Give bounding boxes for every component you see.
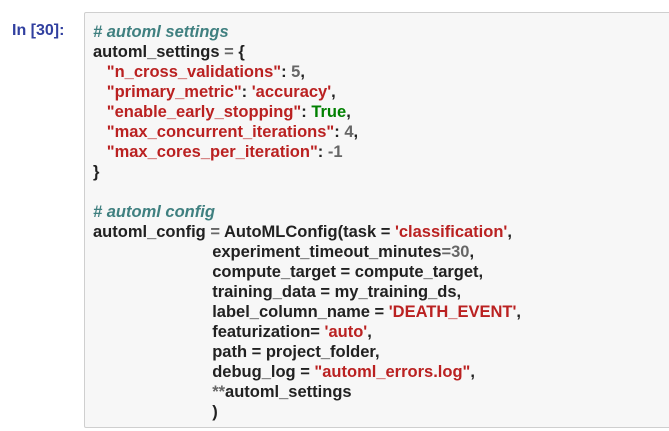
dict-value: True: [311, 103, 347, 121]
value-timeout: 30: [451, 243, 470, 261]
code-line-20: ): [93, 402, 521, 422]
dict-key: "primary_metric": [106, 83, 242, 101]
comment-automl-config: # automl config: [93, 203, 215, 221]
comma: ,: [469, 243, 475, 261]
variable-automl-settings: automl_settings: [93, 43, 220, 61]
dict-value: 5: [291, 63, 301, 81]
close-paren: ): [212, 403, 218, 421]
code-line-11: automl_config = AutoMLConfig(task = 'cla…: [93, 222, 521, 242]
kwargs-name: automl_settings: [225, 383, 352, 401]
open-brace: {: [238, 43, 245, 61]
param-debug-log: debug_log =: [212, 363, 315, 381]
dict-trail: ,: [300, 63, 305, 81]
code-line-15: label_column_name = 'DEATH_EVENT',: [93, 302, 521, 322]
code-line-10: # automl config: [93, 202, 521, 222]
comma: ,: [516, 303, 521, 321]
code-line-7: "max_cores_per_iteration": -1: [93, 142, 521, 162]
dict-value: -1: [327, 143, 343, 161]
assign-operator: =: [205, 223, 224, 241]
code-line-17: path = project_folder,: [93, 342, 521, 362]
comment-automl-settings: # automl settings: [93, 23, 229, 41]
variable-automl-config: automl_config: [93, 223, 206, 241]
code-input-area[interactable]: # automl settings automl_settings = { "n_…: [84, 12, 669, 428]
param-featurization: featurization=: [212, 323, 325, 341]
dict-key: "max_cores_per_iteration": [106, 143, 318, 161]
dict-value: 'accuracy': [251, 83, 332, 101]
code-block[interactable]: # automl settings automl_settings = { "n_…: [93, 22, 521, 422]
notebook-code-cell[interactable]: In [30]: # automl settings automl_setting…: [0, 0, 669, 431]
comma: ,: [507, 223, 512, 241]
dict-separator: :: [301, 103, 312, 121]
comma: ,: [367, 323, 372, 341]
kwargs-operator: **: [212, 383, 226, 401]
code-line-5: "enable_early_stopping": True,: [93, 102, 521, 122]
dict-separator: :: [281, 63, 292, 81]
dict-key: "max_concurrent_iterations": [106, 123, 335, 141]
code-line-2: automl_settings = {: [93, 42, 521, 62]
dict-trail: ,: [346, 103, 351, 121]
code-line-3: "n_cross_validations": 5,: [93, 62, 521, 82]
param-compute-target: compute_target = compute_target,: [212, 263, 484, 281]
param-task: task =: [343, 223, 395, 241]
dict-trail: ,: [353, 123, 359, 141]
dict-key: "n_cross_validations": [106, 63, 282, 81]
value-featurization: 'auto': [324, 323, 368, 341]
code-line-6: "max_concurrent_iterations": 4,: [93, 122, 521, 142]
code-line-19: **automl_settings: [93, 382, 521, 402]
code-line-8: }: [93, 162, 521, 182]
code-line-9-blank: [93, 182, 521, 202]
assign-operator: =: [219, 43, 239, 61]
dict-separator: :: [317, 143, 328, 161]
dict-value: 4: [344, 123, 354, 141]
param-label-column: label_column_name =: [212, 303, 389, 321]
code-line-4: "primary_metric": 'accuracy',: [93, 82, 521, 102]
code-line-14: training_data = my_training_ds,: [93, 282, 521, 302]
code-line-18: debug_log = "automl_errors.log",: [93, 362, 521, 382]
param-timeout: experiment_timeout_minutes: [212, 243, 442, 261]
value-debug-log: "automl_errors.log": [314, 363, 471, 381]
value-task: 'classification': [394, 223, 508, 241]
function-call: AutoMLConfig(: [223, 223, 344, 241]
dict-trail: ,: [331, 83, 336, 101]
param-path: path = project_folder,: [212, 343, 380, 361]
dict-separator: :: [241, 83, 252, 101]
cell-prompt: In [30]:: [12, 22, 65, 39]
code-line-13: compute_target = compute_target,: [93, 262, 521, 282]
code-line-16: featurization= 'auto',: [93, 322, 521, 342]
code-line-12: experiment_timeout_minutes=30,: [93, 242, 521, 262]
dict-separator: :: [334, 123, 345, 141]
dict-key: "enable_early_stopping": [106, 103, 302, 121]
equals: =: [441, 243, 452, 261]
param-training-data: training_data = my_training_ds,: [212, 283, 462, 301]
close-brace: }: [93, 163, 100, 181]
comma: ,: [470, 363, 475, 381]
value-label-column: 'DEATH_EVENT': [388, 303, 517, 321]
code-line-1: # automl settings: [93, 22, 521, 42]
